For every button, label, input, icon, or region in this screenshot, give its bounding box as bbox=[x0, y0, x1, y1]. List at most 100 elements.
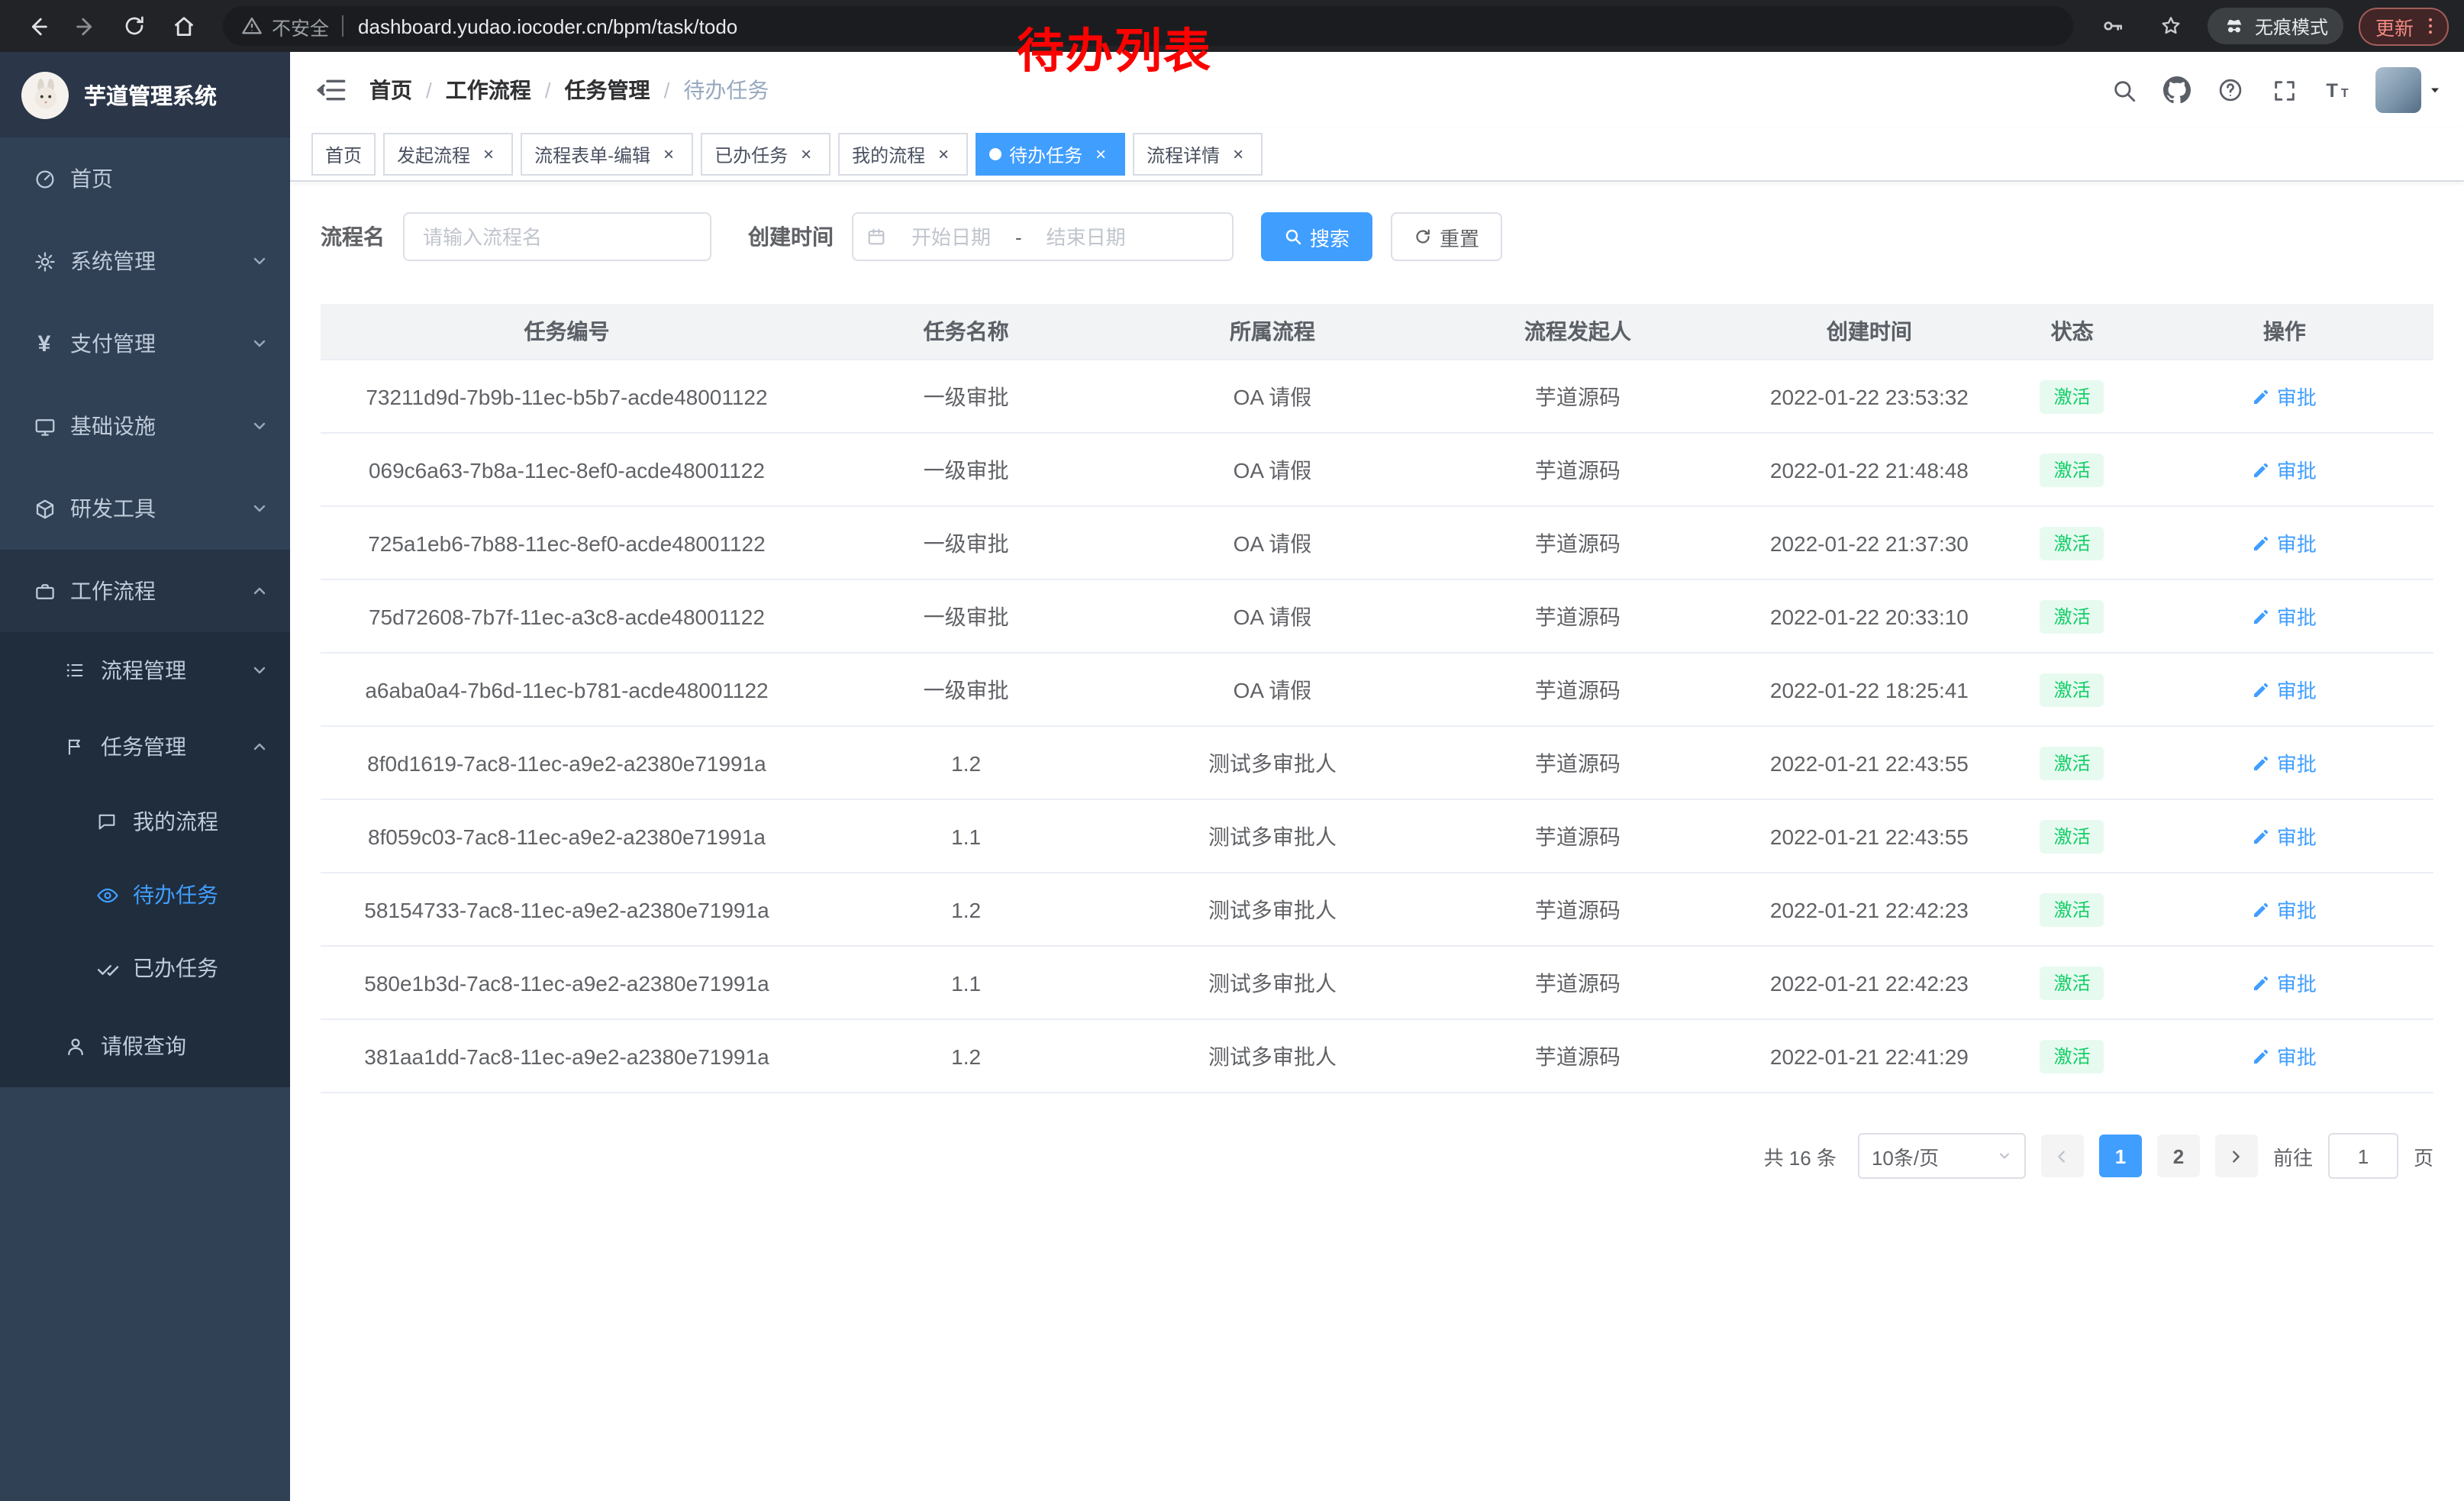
update-browser-button[interactable]: 更新 bbox=[2359, 7, 2449, 45]
table-row: 73211d9d-7b9b-11ec-b5b7-acde48001122 一级审… bbox=[321, 360, 2433, 433]
breadcrumb-home[interactable]: 首页 bbox=[369, 75, 412, 105]
start-date-input[interactable] bbox=[893, 224, 1009, 250]
tab-label: 待办任务 bbox=[1009, 141, 1082, 167]
sidebar-item-devtools[interactable]: 研发工具 bbox=[0, 467, 290, 550]
cell-starter: 芋道源码 bbox=[1426, 1019, 1730, 1093]
table-header-row: 任务编号 任务名称 所属流程 流程发起人 创建时间 状态 操作 bbox=[321, 304, 2433, 360]
process-name-input[interactable] bbox=[420, 224, 695, 250]
update-label[interactable]: 更新 bbox=[2375, 11, 2414, 40]
close-icon[interactable]: × bbox=[933, 144, 954, 165]
sidebar-item-system[interactable]: 系统管理 bbox=[0, 220, 290, 302]
goto-page-input[interactable] bbox=[2328, 1133, 2398, 1179]
sidebar-item-label: 请假查询 bbox=[101, 1031, 186, 1061]
cell-status: 激活 bbox=[2009, 433, 2136, 506]
search-icon[interactable] bbox=[2108, 75, 2139, 105]
browser-back-button[interactable] bbox=[15, 5, 58, 47]
tab-process-detail[interactable]: 流程详情× bbox=[1133, 133, 1263, 176]
user-menu[interactable] bbox=[2375, 67, 2443, 113]
cell-actions: 审批 bbox=[2136, 653, 2433, 726]
tab-start-process[interactable]: 发起流程× bbox=[383, 133, 513, 176]
approve-link[interactable]: 审批 bbox=[2253, 895, 2317, 924]
cell-status: 激活 bbox=[2009, 506, 2136, 579]
browser-home-button[interactable] bbox=[162, 5, 205, 47]
approve-link[interactable]: 审批 bbox=[2253, 968, 2317, 997]
col-actions: 操作 bbox=[2136, 304, 2433, 360]
cell-create-time: 2022-01-22 21:37:30 bbox=[1730, 506, 2008, 579]
reset-button[interactable]: 重置 bbox=[1391, 212, 1502, 261]
sidebar-item-label: 支付管理 bbox=[70, 328, 156, 359]
cell-status: 激活 bbox=[2009, 360, 2136, 433]
sidebar-item-process-mgmt[interactable]: 流程管理 bbox=[0, 632, 290, 709]
chat-icon bbox=[95, 809, 119, 834]
browser-forward-button[interactable] bbox=[64, 5, 107, 47]
tab-form-edit[interactable]: 流程表单-编辑× bbox=[521, 133, 693, 176]
col-starter: 流程发起人 bbox=[1426, 304, 1730, 360]
tab-done-task[interactable]: 已办任务× bbox=[701, 133, 830, 176]
font-size-icon[interactable]: TT bbox=[2322, 75, 2353, 105]
next-page-button[interactable] bbox=[2215, 1135, 2258, 1177]
approve-link[interactable]: 审批 bbox=[2253, 602, 2317, 631]
bookmark-star-icon[interactable] bbox=[2150, 5, 2192, 47]
approve-link[interactable]: 审批 bbox=[2253, 748, 2317, 777]
security-label[interactable]: 不安全 bbox=[272, 11, 329, 40]
app-title: 芋道管理系统 bbox=[84, 79, 217, 111]
col-create-time: 创建时间 bbox=[1730, 304, 2008, 360]
cell-status: 激活 bbox=[2009, 1019, 2136, 1093]
search-form: 流程名 创建时间 - 搜索 bbox=[321, 212, 2433, 261]
approve-link[interactable]: 审批 bbox=[2253, 675, 2317, 704]
search-button[interactable]: 搜索 bbox=[1261, 212, 1372, 261]
status-badge: 激活 bbox=[2040, 893, 2104, 926]
tab-my-process[interactable]: 我的流程× bbox=[838, 133, 968, 176]
fullscreen-icon[interactable] bbox=[2269, 75, 2299, 105]
table-row: 8f059c03-7ac8-11ec-a9e2-a2380e71991a 1.1… bbox=[321, 799, 2433, 873]
close-icon[interactable]: × bbox=[658, 144, 679, 165]
sidebar-item-pay[interactable]: ¥ 支付管理 bbox=[0, 302, 290, 385]
edit-icon bbox=[2253, 973, 2271, 992]
tab-todo-task[interactable]: 待办任务 × bbox=[976, 133, 1125, 176]
sidebar-item-leave-query[interactable]: 请假查询 bbox=[0, 1005, 290, 1087]
close-icon[interactable]: × bbox=[1227, 144, 1249, 165]
approve-link[interactable]: 审批 bbox=[2253, 455, 2317, 484]
prev-page-button[interactable] bbox=[2041, 1135, 2084, 1177]
top-navbar: 首页 / 工作流程 / 任务管理 / 待办任务 TT bbox=[290, 52, 2464, 128]
github-icon[interactable] bbox=[2162, 75, 2192, 105]
url-text[interactable]: dashboard.yudao.iocoder.cn/bpm/task/todo bbox=[358, 15, 737, 37]
approve-link[interactable]: 审批 bbox=[2253, 528, 2317, 557]
security-warning-icon[interactable] bbox=[241, 15, 263, 37]
process-name-label: 流程名 bbox=[321, 221, 385, 252]
date-range-picker[interactable]: - bbox=[852, 212, 1234, 261]
process-name-field[interactable] bbox=[403, 212, 711, 261]
close-icon[interactable]: × bbox=[795, 144, 817, 165]
page-1-button[interactable]: 1 bbox=[2099, 1135, 2142, 1177]
avatar[interactable] bbox=[2375, 67, 2421, 113]
approve-link[interactable]: 审批 bbox=[2253, 822, 2317, 851]
end-date-input[interactable] bbox=[1028, 224, 1144, 250]
cell-create-time: 2022-01-22 18:25:41 bbox=[1730, 653, 2008, 726]
cell-task-name: 一级审批 bbox=[813, 506, 1119, 579]
edit-icon bbox=[2253, 680, 2271, 699]
sidebar-item-task-mgmt[interactable]: 任务管理 bbox=[0, 709, 290, 785]
help-icon[interactable] bbox=[2215, 75, 2246, 105]
sidebar-fold-icon[interactable] bbox=[311, 70, 351, 110]
browser-reload-button[interactable] bbox=[113, 5, 156, 47]
sidebar-item-infra[interactable]: 基础设施 bbox=[0, 385, 290, 467]
sidebar-item-todo-task[interactable]: 待办任务 bbox=[0, 858, 290, 931]
sidebar-item-workflow[interactable]: 工作流程 bbox=[0, 550, 290, 632]
sidebar-item-my-process[interactable]: 我的流程 bbox=[0, 785, 290, 858]
breadcrumb-workflow[interactable]: 工作流程 bbox=[446, 75, 531, 105]
cell-task-name: 一级审批 bbox=[813, 360, 1119, 433]
page-unit-label: 页 bbox=[2414, 1141, 2433, 1170]
sidebar-item-done-task[interactable]: 已办任务 bbox=[0, 931, 290, 1005]
approve-link[interactable]: 审批 bbox=[2253, 382, 2317, 411]
approve-link[interactable]: 审批 bbox=[2253, 1041, 2317, 1070]
close-icon[interactable]: × bbox=[1090, 144, 1111, 165]
page-2-button[interactable]: 2 bbox=[2157, 1135, 2200, 1177]
sidebar-item-home[interactable]: 首页 bbox=[0, 137, 290, 220]
breadcrumb-task-mgmt[interactable]: 任务管理 bbox=[565, 75, 650, 105]
menu-dots-icon[interactable] bbox=[2420, 15, 2441, 37]
tab-home[interactable]: 首页 bbox=[311, 133, 376, 176]
page-size-select[interactable]: 10条/页 bbox=[1858, 1133, 2026, 1179]
close-icon[interactable]: × bbox=[478, 144, 499, 165]
sidebar-item-label: 系统管理 bbox=[70, 246, 156, 276]
password-key-icon[interactable] bbox=[2091, 5, 2134, 47]
